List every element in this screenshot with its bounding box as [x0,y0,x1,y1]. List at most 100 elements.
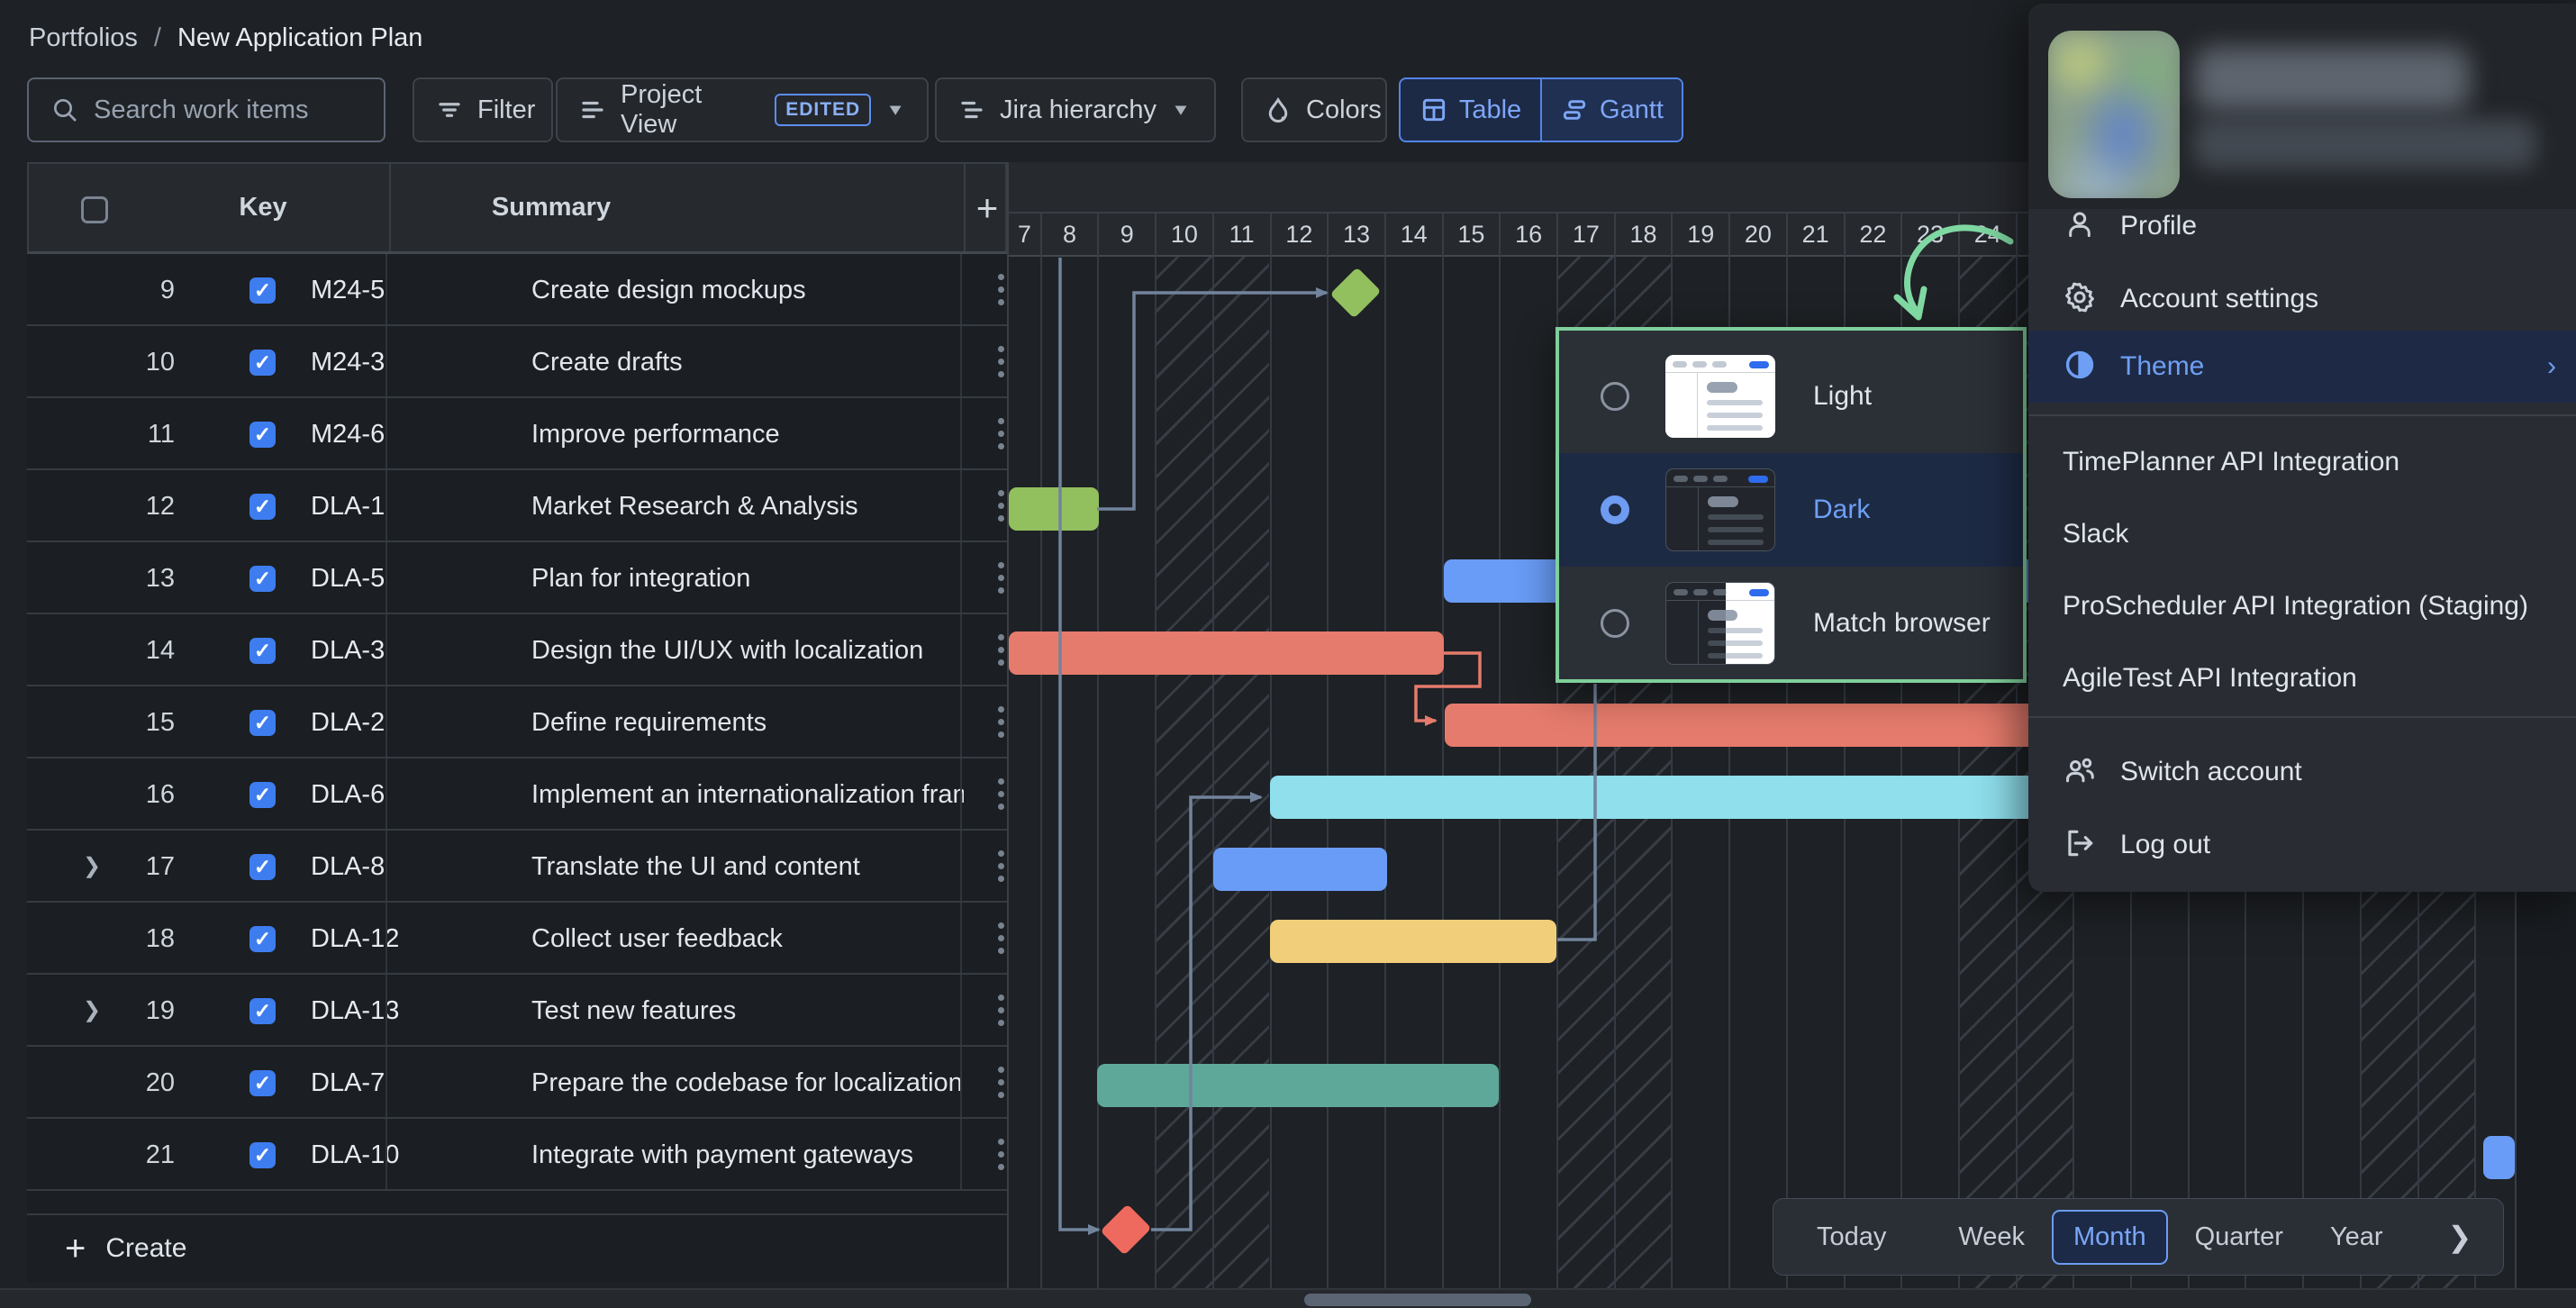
user-menu-integration[interactable]: ProScheduler API Integration (Staging) [2063,570,2549,642]
row-summary[interactable]: Collect user feedback [531,903,783,975]
row-summary[interactable]: Create drafts [531,326,683,398]
add-column-button[interactable]: + [966,164,1009,251]
row-kebab-menu-icon[interactable] [998,922,1005,954]
row-checkbox[interactable]: ✓ [249,494,276,520]
table-row[interactable]: 16✓DLA-6Implement an internationalizatio… [27,758,1007,831]
select-all-checkbox[interactable] [81,196,108,223]
row-key[interactable]: DLA-5 [311,542,385,614]
column-header-summary[interactable]: Summary [416,164,686,251]
timeline-day-cell[interactable]: 13 [1327,212,1384,257]
milestone-diamond[interactable] [1101,1204,1152,1256]
user-menu-item-log-out[interactable]: Log out [2028,809,2576,881]
gantt-bar-DLA-2[interactable] [1445,704,2047,747]
row-kebab-menu-icon[interactable] [998,778,1005,810]
timeline-day-cell[interactable]: 7 [1009,212,1040,257]
table-view-button[interactable]: Table [1401,79,1540,141]
user-menu-item-profile[interactable]: Profile [2028,190,2576,262]
row-checkbox[interactable]: ✓ [249,926,276,952]
table-row[interactable]: 21✓DLA-10Integrate with payment gateways [27,1119,1007,1191]
filter-button[interactable]: Filter [413,77,553,142]
radio-selected[interactable] [1601,495,1629,524]
table-row[interactable]: 9✓M24-5Create design mockups [27,254,1007,326]
row-kebab-menu-icon[interactable] [998,995,1005,1026]
row-summary[interactable]: Test new features [531,975,736,1047]
colors-button[interactable]: Colors [1241,77,1387,142]
row-kebab-menu-icon[interactable] [998,1139,1005,1170]
table-row[interactable]: 12✓DLA-1Market Research & Analysis [27,470,1007,542]
radio-unselected[interactable] [1601,609,1629,638]
row-checkbox[interactable]: ✓ [249,638,276,664]
row-summary[interactable]: Integrate with payment gateways [531,1119,913,1191]
timescale-month[interactable]: Month [2052,1210,2168,1265]
row-kebab-menu-icon[interactable] [998,346,1005,377]
row-summary[interactable]: Implement an internationalization framew… [531,758,964,831]
row-summary[interactable]: Design the UI/UX with localization [531,614,923,686]
gantt-view-button[interactable]: Gantt [1540,79,1682,141]
radio-unselected[interactable] [1601,382,1629,411]
timeline-day-cell[interactable]: 20 [1728,212,1786,257]
row-kebab-menu-icon[interactable] [998,418,1005,450]
table-row[interactable]: 14✓DLA-3Design the UI/UX with localizati… [27,614,1007,686]
row-key[interactable]: DLA-6 [311,758,385,831]
timescale-week[interactable]: Week [1938,1212,2045,1263]
column-header-key[interactable]: Key [137,164,389,251]
user-menu-item-switch-account[interactable]: Switch account [2028,736,2576,808]
row-kebab-menu-icon[interactable] [998,850,1005,882]
gantt-bar-DLA-6[interactable] [1270,776,2047,819]
gantt-bar-DLA-8[interactable] [1213,848,1387,891]
gantt-bar-DLA-1[interactable] [1009,487,1099,531]
timeline-day-cell[interactable]: 23 [1900,212,1958,257]
row-summary[interactable]: Create design mockups [531,254,806,326]
row-key[interactable]: DLA-2 [311,686,385,758]
row-checkbox[interactable]: ✓ [249,277,276,304]
timeline-day-cell[interactable]: 12 [1270,212,1328,257]
gantt-bar-DLA-3[interactable] [1009,631,1444,675]
timescale-today[interactable]: Today [1797,1212,1906,1263]
theme-option-split[interactable]: Match browser [1559,567,2023,680]
timeline-day-cell[interactable]: 9 [1097,212,1155,257]
table-row[interactable]: 15✓DLA-2Define requirements [27,686,1007,758]
row-kebab-menu-icon[interactable] [998,274,1005,305]
row-kebab-menu-icon[interactable] [998,1067,1005,1098]
row-summary[interactable]: Prepare the codebase for localization [531,1047,963,1119]
user-menu-item-theme[interactable]: Theme› [2028,331,2576,403]
breadcrumb-portfolios[interactable]: Portfolios [29,23,138,53]
row-summary[interactable]: Improve performance [531,398,780,470]
timeline-day-cell[interactable]: 19 [1671,212,1728,257]
row-summary[interactable]: Plan for integration [531,542,750,614]
timeline-day-cell[interactable]: 11 [1212,212,1270,257]
jira-hierarchy-dropdown[interactable]: Jira hierarchy ▼ [935,77,1216,142]
gantt-bar-DLA-7[interactable] [1097,1064,1499,1107]
timescale-next-chevron[interactable]: ❯ [2435,1220,2485,1254]
horizontal-scrollbar[interactable] [1304,1294,1531,1306]
gantt-bar-DLA-12[interactable] [1270,920,1557,963]
timeline-day-cell[interactable]: 15 [1442,212,1500,257]
row-checkbox[interactable]: ✓ [249,782,276,808]
expand-chevron-icon[interactable]: ❯ [83,975,101,1047]
row-kebab-menu-icon[interactable] [998,562,1005,594]
row-summary[interactable]: Translate the UI and content [531,831,860,903]
row-checkbox[interactable]: ✓ [249,1142,276,1168]
table-row[interactable]: 11✓M24-6Improve performance [27,398,1007,470]
project-view-dropdown[interactable]: Project View EDITED ▼ [556,77,929,142]
table-row[interactable]: 20✓DLA-7Prepare the codebase for localiz… [27,1047,1007,1119]
table-row[interactable]: 18✓DLA-12Collect user feedback [27,903,1007,975]
theme-option-dark[interactable]: Dark [1559,453,2023,567]
gantt-bar-DLA-10[interactable] [2483,1136,2515,1179]
row-checkbox[interactable]: ✓ [249,1070,276,1096]
row-checkbox[interactable]: ✓ [249,566,276,592]
row-checkbox[interactable]: ✓ [249,998,276,1024]
timescale-year[interactable]: Year [2310,1212,2403,1263]
user-menu-integration[interactable]: Slack [2063,498,2549,570]
row-key[interactable]: DLA-8 [311,831,385,903]
timeline-day-cell[interactable]: 14 [1384,212,1442,257]
row-key[interactable]: M24-5 [311,254,385,326]
row-summary[interactable]: Market Research & Analysis [531,470,858,542]
timeline-day-cell[interactable]: 16 [1499,212,1556,257]
user-menu-item-account-settings[interactable]: Account settings [2028,263,2576,335]
milestone-diamond[interactable] [1330,268,1382,319]
timeline-day-cell[interactable]: 24 [1958,212,2016,257]
timeline-day-cell[interactable]: 21 [1786,212,1844,257]
row-key[interactable]: M24-6 [311,398,385,470]
row-kebab-menu-icon[interactable] [998,490,1005,522]
